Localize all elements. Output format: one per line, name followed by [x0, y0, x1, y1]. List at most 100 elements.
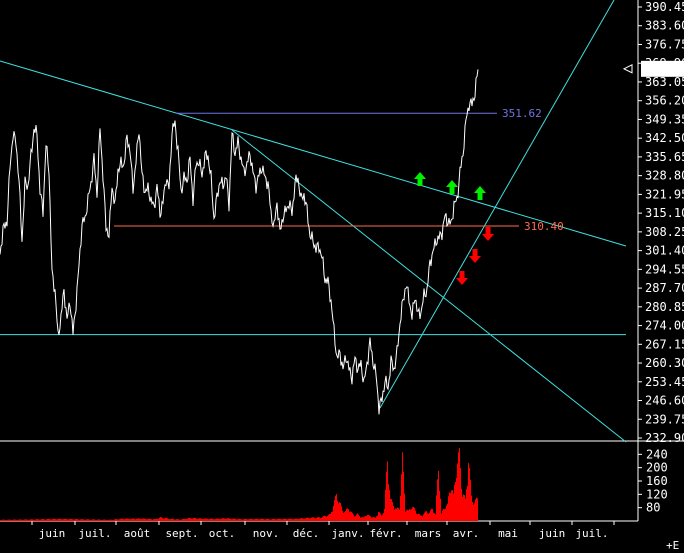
volume-bar [264, 519, 265, 521]
volume-bar [213, 519, 214, 521]
volume-bar [180, 519, 181, 521]
volume-bar [438, 470, 439, 521]
volume-bar [406, 510, 407, 521]
price-tick-label: 383.60 [645, 19, 684, 33]
volume-bar [253, 519, 254, 521]
volume-bar [427, 513, 428, 521]
price-tick-label: 260.30 [645, 356, 684, 370]
volume-bar [204, 518, 205, 521]
volume-bar [287, 519, 288, 521]
volume-bar [22, 519, 23, 521]
volume-bar [437, 479, 438, 521]
volume-bar [288, 519, 289, 521]
volume-bar [202, 519, 203, 521]
volume-bar [179, 519, 180, 521]
volume-bar [403, 471, 404, 521]
volume-bar [192, 518, 193, 521]
volume-bar [439, 490, 440, 521]
volume-bar [26, 519, 27, 521]
volume-bar [408, 510, 409, 521]
down-arrow-icon [469, 249, 481, 263]
volume-bar [190, 518, 191, 521]
volume-bar [398, 508, 399, 521]
volume-bar [74, 519, 75, 521]
volume-bar [161, 517, 162, 521]
volume-bar [397, 507, 398, 521]
volume-bar [14, 519, 15, 521]
volume-bar [50, 519, 51, 521]
volume-bar [113, 519, 114, 521]
price-tick-label: 356.20 [645, 94, 684, 108]
volume-bar [87, 519, 88, 521]
volume-bar [413, 506, 414, 521]
volume-bar [376, 516, 377, 521]
volume-bar [256, 518, 257, 521]
volume-bar [477, 498, 478, 521]
volume-bar [268, 519, 269, 521]
volume-bar [115, 519, 116, 521]
volume-bar [155, 519, 156, 521]
volume-bar [315, 518, 316, 521]
volume-bar [20, 519, 21, 521]
price-tick-label: 274.00 [645, 319, 684, 333]
volume-bar [313, 517, 314, 521]
volume-bar [92, 519, 93, 521]
volume-bar [0, 520, 1, 521]
volume-bar [30, 519, 31, 521]
volume-bar [337, 500, 338, 521]
volume-bar [216, 518, 217, 521]
volume-bar [269, 519, 270, 521]
volume-bar [18, 519, 19, 521]
volume-bar [142, 518, 143, 521]
volume-bar [289, 518, 290, 521]
volume-bar [323, 516, 324, 521]
price-tick-label: 349.35 [645, 112, 684, 126]
volume-bar [445, 508, 446, 521]
volume-bar [280, 518, 281, 521]
volume-bar [125, 518, 126, 521]
signal-arrows [414, 172, 494, 285]
volume-bar [186, 519, 187, 521]
volume-bar [428, 513, 429, 521]
volume-bar [425, 511, 426, 521]
volume-bar [233, 518, 234, 521]
volume-bar [222, 518, 223, 521]
volume-bar [41, 519, 42, 521]
volume-bar [207, 518, 208, 521]
volume-bar [473, 504, 474, 521]
volume-bar [160, 517, 161, 521]
volume-bar [429, 512, 430, 521]
volume-bar [165, 518, 166, 521]
volume-bar [182, 519, 183, 521]
volume-bar [66, 519, 67, 521]
volume-bar [414, 507, 415, 521]
volume-bar [5, 519, 6, 521]
volume-bar [37, 519, 38, 521]
volume-bar [286, 519, 287, 521]
volume-bar [132, 518, 133, 521]
volume-bar [150, 518, 151, 521]
volume-bar [369, 515, 370, 521]
volume-bar [424, 512, 425, 521]
volume-bar [4, 519, 5, 521]
volume-bar [56, 519, 57, 521]
volume-bar [291, 518, 292, 521]
trendline-2 [231, 129, 627, 443]
volume-bar [360, 517, 361, 521]
volume-bar [372, 517, 373, 521]
volume-bar [83, 519, 84, 521]
volume-bar [218, 518, 219, 521]
volume-bar [101, 520, 102, 521]
price-tick-label: 267.15 [645, 337, 684, 351]
volume-bar [223, 518, 224, 521]
volume-bar [70, 518, 71, 521]
volume-bar [76, 519, 77, 521]
volume-bar [434, 513, 435, 521]
volume-bar [333, 506, 334, 521]
volume-bar [297, 518, 298, 521]
volume-bar [260, 519, 261, 521]
volume-bar [255, 518, 256, 521]
volume-bar [385, 489, 386, 521]
volume-bar [21, 519, 22, 521]
month-label: nov. [253, 527, 280, 540]
